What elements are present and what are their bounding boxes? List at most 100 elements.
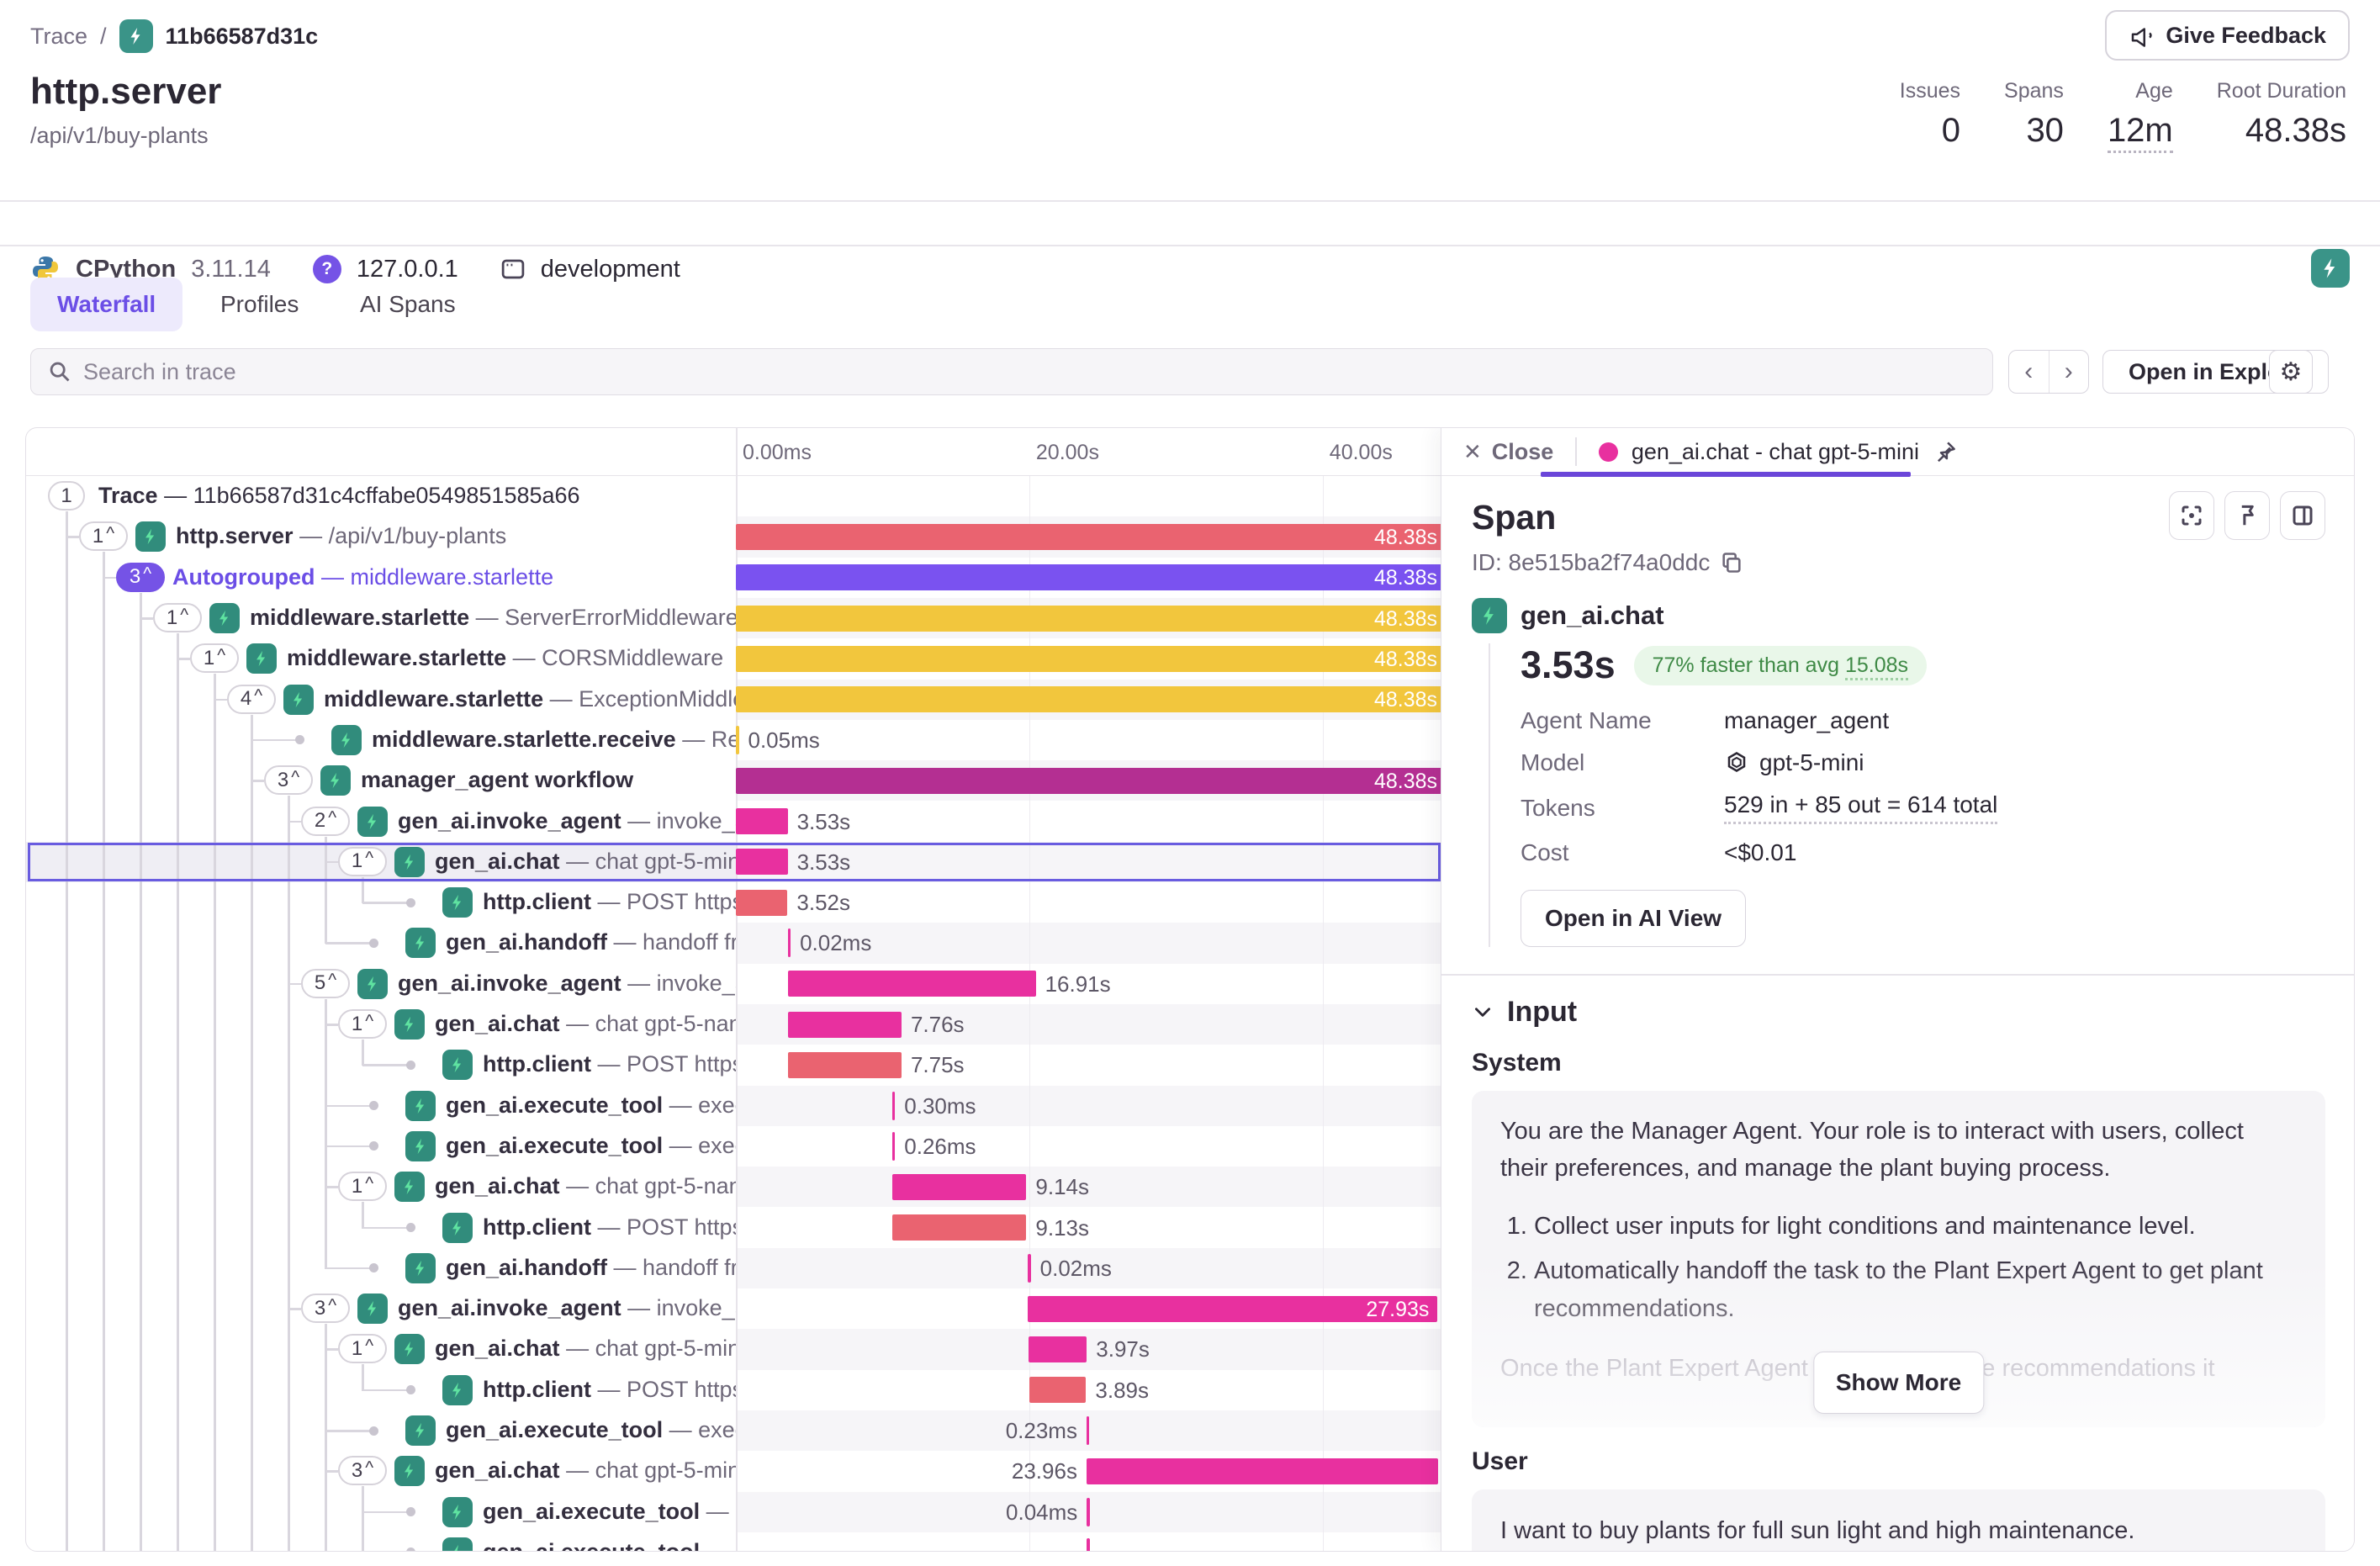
profile-button[interactable] (2224, 491, 2270, 540)
span-label[interactable]: middleware.starlette — CORSMiddleware (287, 645, 723, 671)
span-label[interactable]: gen_ai.execute_tool — execute_tool (446, 1417, 736, 1443)
focus-span-button[interactable] (2169, 491, 2214, 540)
expand-pill[interactable]: 1^ (338, 1172, 387, 1201)
span-duration-bar[interactable] (892, 1092, 896, 1120)
expand-pill[interactable]: 1^ (338, 1009, 387, 1039)
span-duration-bar[interactable]: 48.38s (736, 564, 1446, 590)
span-duration-bar[interactable] (736, 726, 739, 754)
show-more-button[interactable]: Show More (1813, 1352, 1984, 1413)
span-duration-bar[interactable]: 48.38s (736, 606, 1446, 632)
give-feedback-button[interactable]: Give Feedback (2105, 10, 2350, 61)
settings-button[interactable]: ⚙ (2269, 350, 2313, 394)
span-duration-bar[interactable]: 48.38s (736, 686, 1446, 712)
span-duration-bar[interactable] (1087, 1538, 1090, 1552)
span-label[interactable]: gen_ai.chat — chat gpt-5-mini (435, 1458, 736, 1484)
search-input[interactable]: Search in trace (30, 348, 1993, 395)
span-duration-bar[interactable] (1029, 1377, 1087, 1403)
span-duration-bar[interactable] (788, 1012, 902, 1038)
span-duration-bar[interactable] (788, 971, 1036, 997)
span-duration-bar[interactable] (788, 1052, 902, 1078)
tree-lane-divider[interactable] (736, 428, 738, 1551)
expand-pill[interactable]: 1^ (190, 643, 239, 673)
expand-pill[interactable]: 3^ (301, 1294, 350, 1323)
span-label[interactable]: gen_ai.execute_tool — execute_tool (446, 1133, 736, 1159)
span-duration-bar[interactable] (892, 1214, 1026, 1241)
prev-span-button[interactable]: ‹ (2009, 351, 2049, 393)
span-duration-bar[interactable] (1029, 1336, 1087, 1362)
span-duration-bar[interactable] (1087, 1458, 1438, 1484)
close-icon[interactable]: ✕ (1463, 439, 1482, 465)
span-duration-bar[interactable] (892, 1132, 896, 1161)
span-label[interactable]: gen_ai.invoke_agent — invoke_agent (398, 808, 736, 834)
span-label[interactable]: gen_ai.chat — chat gpt-5-mini (435, 1336, 736, 1362)
environment-name: development (541, 256, 680, 283)
span-label[interactable]: middleware.starlette — ServerErrorMiddle… (250, 605, 736, 631)
expand-pill[interactable]: 1 (48, 481, 85, 511)
span-duration-bar[interactable] (892, 1174, 1026, 1200)
span-label[interactable]: Trace — 11b66587d31c4cffabe0549851585a66 (98, 483, 580, 509)
span-duration-bar[interactable] (1087, 1416, 1090, 1445)
span-label[interactable]: http.client — POST https:// (483, 1051, 736, 1077)
megaphone-icon (2129, 23, 2154, 48)
span-duration-bar[interactable]: 48.38s (736, 646, 1446, 672)
span-label[interactable]: gen_ai.execute_tool — execute_tool (483, 1499, 736, 1525)
span-duration-bar[interactable] (736, 890, 787, 916)
expand-pill[interactable]: 1^ (153, 603, 202, 632)
expand-pill[interactable]: 1^ (338, 1334, 387, 1363)
span-duration-bar[interactable] (788, 928, 791, 957)
tab-ai-spans[interactable]: AI Spans (360, 278, 456, 331)
span-label[interactable]: manager_agent workflow (361, 767, 633, 793)
input-section-header[interactable]: Input (1472, 996, 2325, 1029)
span-label[interactable]: gen_ai.handoff — handoff from (446, 1255, 736, 1281)
leaf-dot (406, 1547, 415, 1552)
tree-connector (66, 536, 79, 538)
field-value-text[interactable]: 529 in + 85 out = 614 total (1724, 791, 1997, 824)
span-label[interactable]: gen_ai.handoff — handoff from (446, 929, 736, 955)
span-label[interactable]: gen_ai.chat — chat gpt-5-nano (435, 1173, 736, 1199)
span-duration-bar[interactable] (1087, 1498, 1090, 1526)
panel-tab-label[interactable]: gen_ai.chat - chat gpt-5-mini (1632, 439, 1919, 465)
expand-pill[interactable]: 3^ (116, 563, 165, 592)
span-duration-bar[interactable] (736, 808, 788, 834)
open-ai-view-button[interactable]: Open in AI View (1521, 890, 1746, 947)
copy-icon[interactable] (1720, 551, 1743, 574)
span-label[interactable]: middleware.starlette.receive — Request (372, 727, 736, 753)
span-duration-bar[interactable] (1028, 1254, 1031, 1283)
span-label[interactable]: middleware.starlette — ExceptionMiddlewa… (324, 686, 736, 712)
span-label[interactable]: gen_ai.invoke_agent — invoke_agent (398, 1295, 736, 1321)
expand-pill[interactable]: 3^ (264, 765, 313, 795)
pin-icon[interactable] (1933, 439, 1958, 464)
span-label[interactable]: gen_ai.invoke_agent — invoke_agent (398, 971, 736, 997)
divider (0, 200, 2380, 202)
expand-pill[interactable]: 3^ (338, 1456, 387, 1485)
divider (1575, 437, 1577, 466)
span-label[interactable]: http.client — POST https:// (483, 1214, 736, 1241)
expand-pill[interactable]: 4^ (227, 685, 276, 714)
close-button[interactable]: Close (1492, 439, 1554, 465)
sentry-project-icon[interactable] (2311, 249, 2350, 288)
span-duration-bar[interactable]: 48.38s (736, 768, 1446, 794)
span-type-icon (405, 928, 436, 958)
span-label[interactable]: gen_ai.execute_tool — execute_tool (446, 1092, 736, 1119)
leaf-dot (406, 898, 415, 907)
expand-pill[interactable]: 2^ (301, 807, 350, 836)
span-label[interactable]: Autogrouped — middleware.starlette (172, 564, 553, 590)
tab-waterfall[interactable]: Waterfall (30, 278, 182, 331)
span-label[interactable]: http.client — POST https:// (483, 889, 736, 915)
expand-pill[interactable]: 5^ (301, 969, 350, 998)
expand-pill[interactable]: 1^ (79, 521, 128, 551)
span-label[interactable]: http.server — /api/v1/buy-plants (176, 523, 506, 549)
span-label[interactable]: http.client — POST https:// (483, 1377, 736, 1403)
breadcrumb-trace-link[interactable]: Trace (30, 24, 87, 50)
stat-root-duration-label: Root Duration (2217, 79, 2346, 103)
tab-profiles[interactable]: Profiles (220, 278, 299, 331)
avg-duration[interactable]: 15.08s (1845, 653, 1908, 680)
span-duration-bar[interactable]: 48.38s (736, 524, 1446, 550)
span-label[interactable]: gen_ai.execute_tool — execute_tool (483, 1539, 736, 1552)
stat-age-value[interactable]: 12m (2108, 112, 2173, 153)
layout-toggle-button[interactable] (2280, 491, 2325, 540)
breadcrumb-trace-id[interactable]: 11b66587d31c (166, 24, 319, 50)
span-label[interactable]: gen_ai.chat — chat gpt-5-nano (435, 1011, 736, 1037)
next-span-button[interactable]: › (2049, 351, 2089, 393)
span-duration-bar[interactable]: 27.93s (1028, 1296, 1437, 1322)
